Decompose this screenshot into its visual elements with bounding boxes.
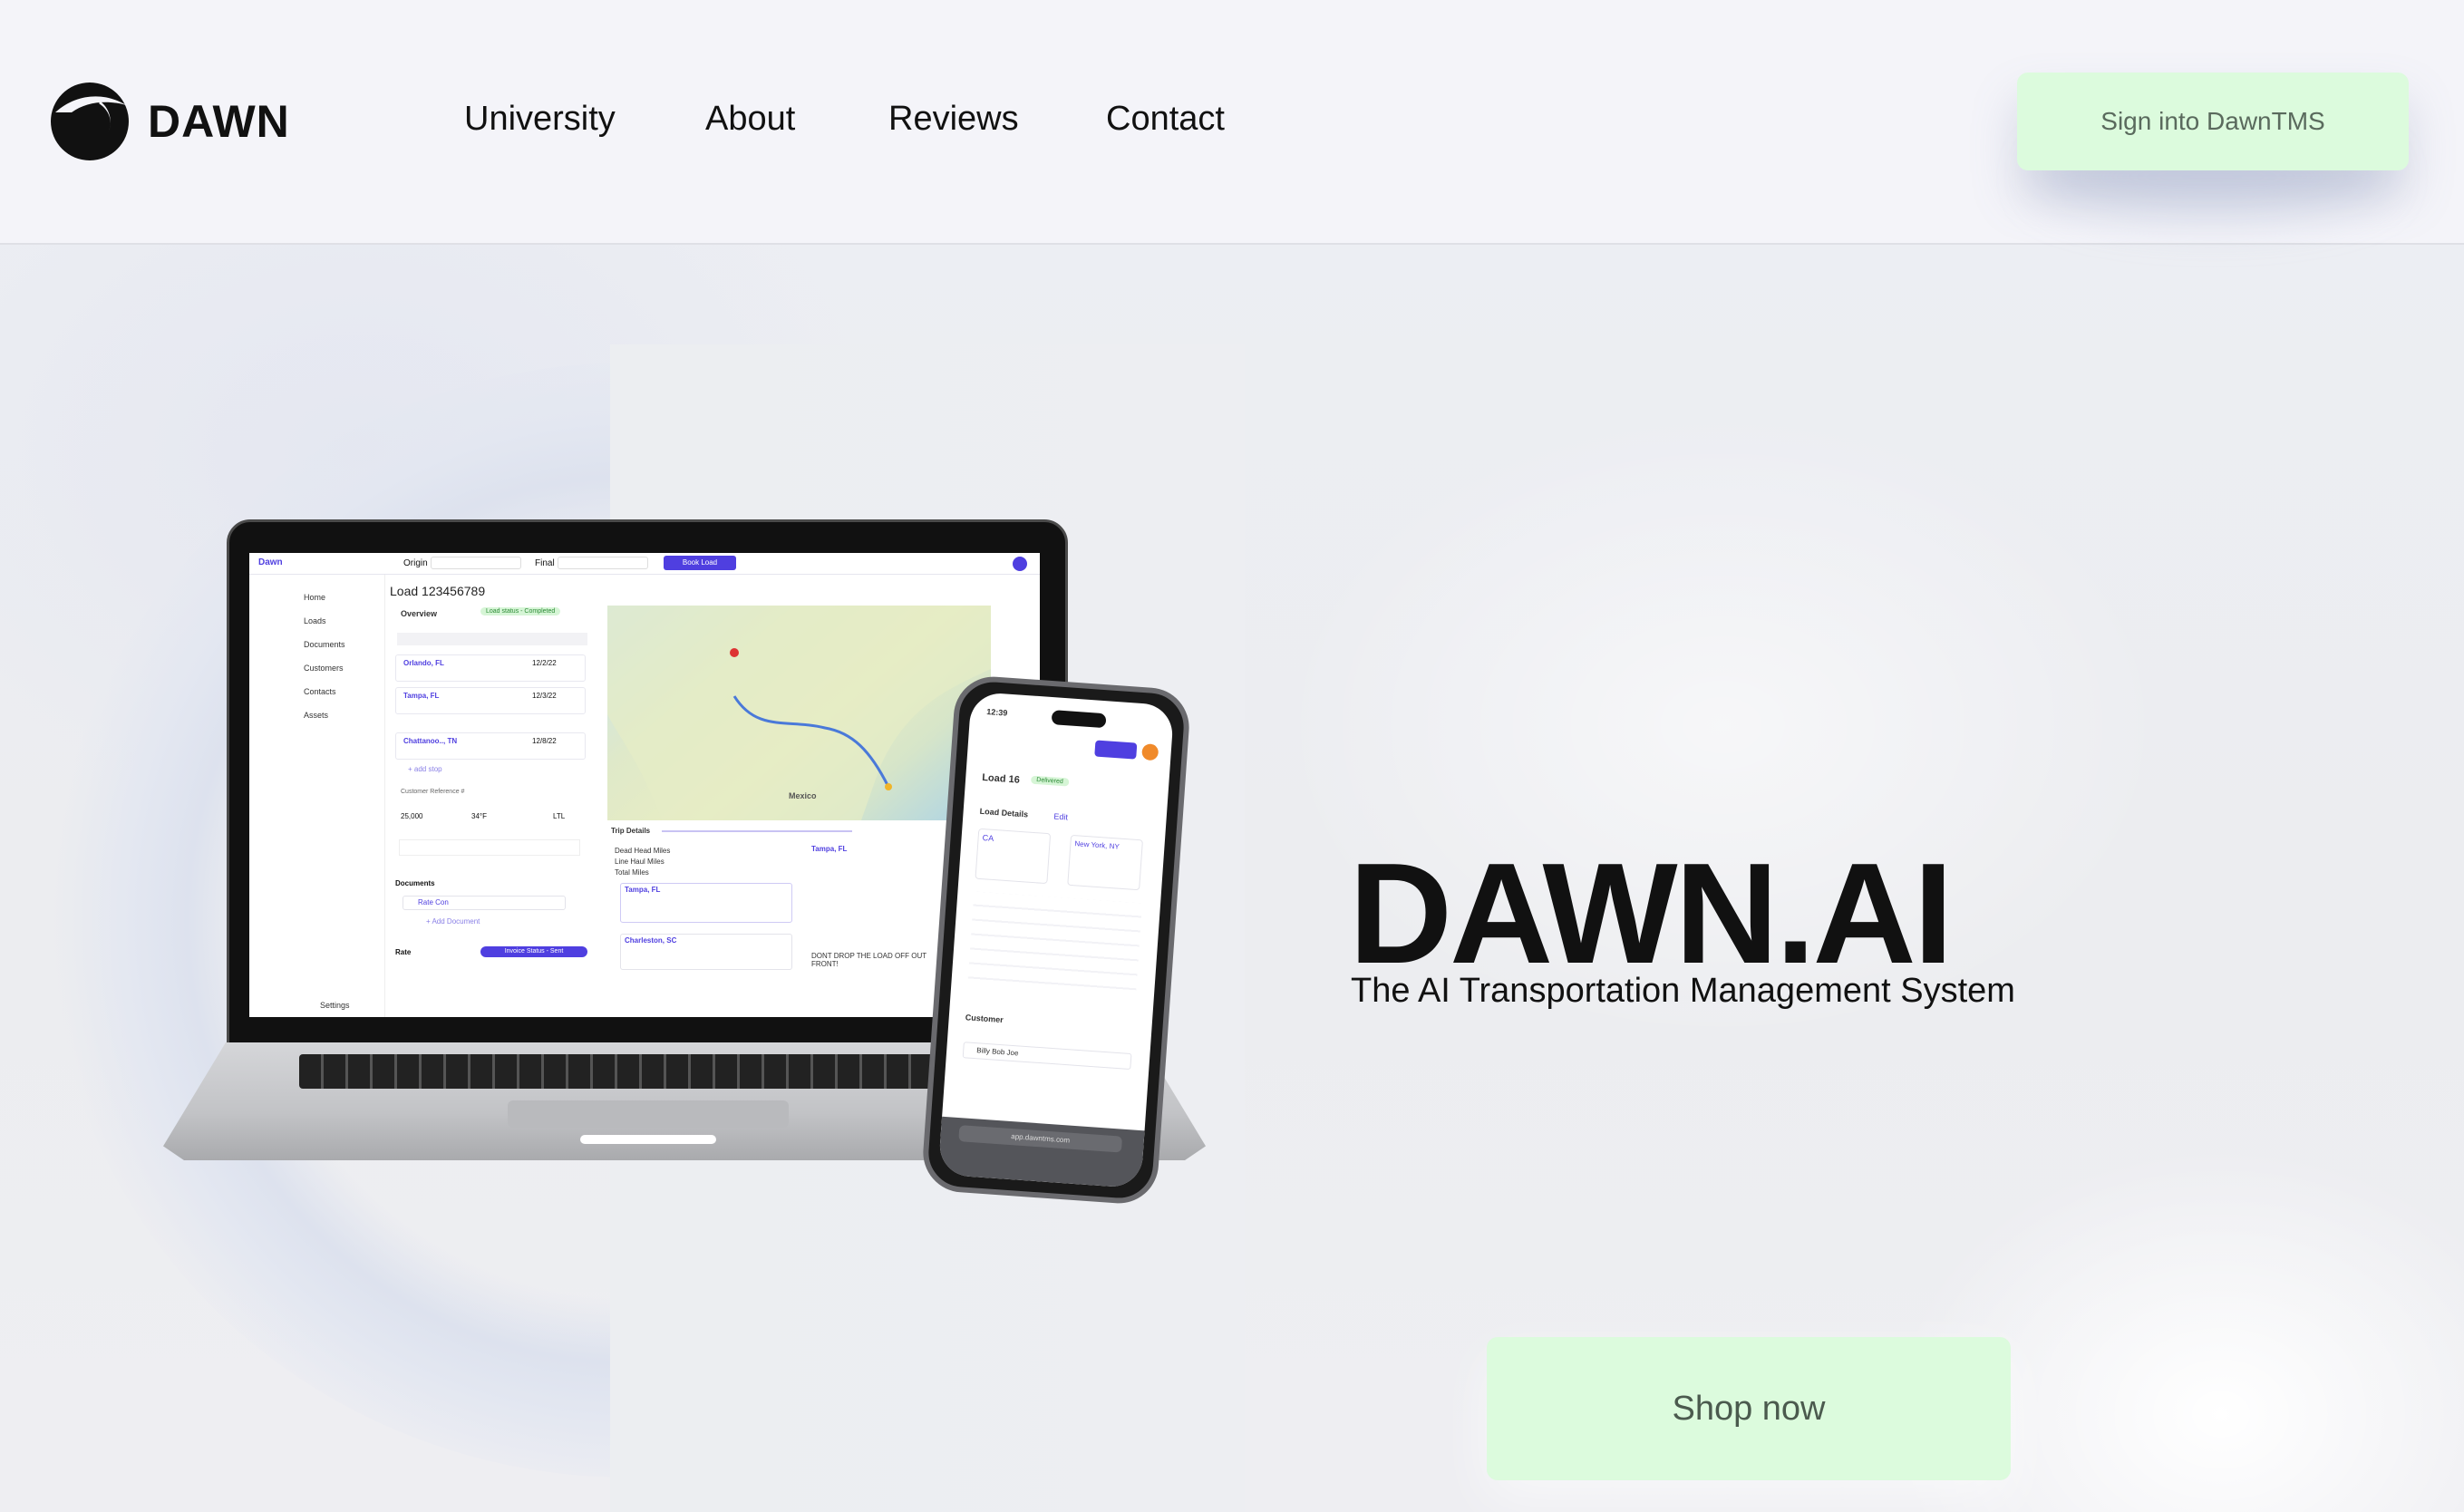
app-brand: Dawn [258,557,283,567]
trip-stop-card[interactable]: Tampa, FL [620,883,792,923]
hero-subtitle: The AI Transportation Management System [1351,972,2015,1010]
overview-label: Overview [401,609,438,618]
invoice-status-badge: Invoice Status - Sent [480,946,587,957]
map-label: Mexico [789,791,817,800]
stop-date: 12/2/22 [532,659,557,667]
laptop-screen: Dawn Origin Final Book Load Home Loads D… [249,553,1040,1017]
nav-university[interactable]: University [464,100,616,139]
weight-value: 25,000 [401,812,423,820]
origin-input[interactable] [431,557,521,569]
overview-row [397,633,587,645]
trip-row: Total Miles [615,868,649,877]
documents-label: Documents [395,879,435,887]
avatar[interactable] [1013,557,1027,571]
final-label: Final [535,558,555,568]
trip-row: Dead Head Miles [615,847,671,855]
customer-ref-label: Customer Reference # [401,789,465,795]
laptop-keyboard [299,1054,943,1089]
stop-date: 12/3/22 [532,692,557,700]
origin-label: Origin [403,558,428,568]
phone-destination-card[interactable]: New York, NY [1067,834,1143,891]
phone-customer-field[interactable]: Billy Bob Joe [962,1042,1132,1071]
sidebar-item-contacts[interactable]: Contacts [304,687,336,696]
phone-mockup: 12:39 Load 16 Delivered Load Details Edi… [920,674,1192,1207]
phone-avatar[interactable] [1141,743,1159,761]
site-header: DAWN University About Reviews Contact Si… [0,0,2464,245]
load-panel: Load 123456789 Overview Load status - Co… [390,575,598,1017]
rate-con-document[interactable]: Rate Con [403,896,566,910]
sidebar-item-settings[interactable]: Settings [320,1001,350,1010]
phone-load-details: Load Details [979,806,1029,819]
service-value: LTL [553,812,566,820]
add-stop-link[interactable]: + add stop [408,765,442,773]
route-map[interactable]: Mexico [607,606,991,820]
stop-card[interactable]: Orlando, FL 12/2/22 [395,654,586,682]
sidebar-item-documents[interactable]: Documents [304,640,345,649]
trip-details-label: Trip Details [611,827,651,835]
detail-note: DONT DROP THE LOAD OFF OUT FRONT! [811,952,926,968]
sidebar-item-loads[interactable]: Loads [304,616,326,625]
notes-field[interactable] [399,839,580,856]
dynamic-island [1051,710,1107,729]
phone-edit-link[interactable]: Edit [1053,812,1068,822]
final-input[interactable] [558,557,648,569]
phone-url-field[interactable]: app.dawntms.com [958,1125,1123,1153]
nav-reviews[interactable]: Reviews [888,100,1019,139]
phone-action-button[interactable] [1094,740,1138,760]
logo-text: DAWN [148,96,290,147]
stop-card[interactable]: Tampa, FL 12/3/22 [395,687,586,714]
rate-label: Rate [395,948,412,956]
add-document-button[interactable]: + Add Document [426,917,480,926]
phone-browser-bar: app.dawntms.com [937,1116,1145,1189]
app-sidebar: Home Loads Documents Customers Contacts … [249,575,385,1017]
phone-screen: 12:39 Load 16 Delivered Load Details Edi… [937,691,1175,1189]
stop-city: Chattanoo.., TN [403,737,458,745]
stop-date: 12/8/22 [532,737,557,745]
stop-card[interactable]: Chattanoo.., TN 12/8/22 [395,732,586,760]
sidebar-item-assets[interactable]: Assets [304,711,328,720]
sign-in-button[interactable]: Sign into DawnTMS [2017,73,2409,170]
nav-contact[interactable]: Contact [1106,100,1225,139]
laptop-trackpad [508,1100,789,1128]
phone-customer-label: Customer [965,1013,1004,1025]
route-line-icon [607,606,991,820]
logo[interactable]: DAWN [50,82,290,161]
book-load-button[interactable]: Book Load [664,556,736,570]
shop-now-button[interactable]: Shop now [1487,1337,2011,1480]
phone-status-badge: Delivered [1030,775,1070,787]
phone-details-list [967,891,1143,994]
load-title: Load 123456789 [390,584,486,598]
trip-row: Line Haul Miles [615,858,665,866]
sidebar-item-customers[interactable]: Customers [304,664,344,673]
sidebar-item-home[interactable]: Home [304,593,325,602]
stop-city: Orlando, FL [403,659,444,667]
detail-city: Tampa, FL [811,845,848,853]
trip-stop-card[interactable]: Charleston, SC [620,934,792,970]
temp-value: 34°F [471,812,487,820]
trip-progress [662,830,852,832]
status-badge: Load status - Completed [480,607,561,615]
stop-city: Tampa, FL [403,692,440,700]
phone-origin-card[interactable]: CA [975,828,1052,885]
dawn-logo-icon [51,82,129,160]
phone-load-title: Load 16 [981,771,1021,786]
laptop-hinge [580,1135,716,1144]
app-topbar: Dawn Origin Final Book Load [249,553,1040,575]
nav-about[interactable]: About [705,100,795,139]
phone-time: 12:39 [986,707,1008,718]
